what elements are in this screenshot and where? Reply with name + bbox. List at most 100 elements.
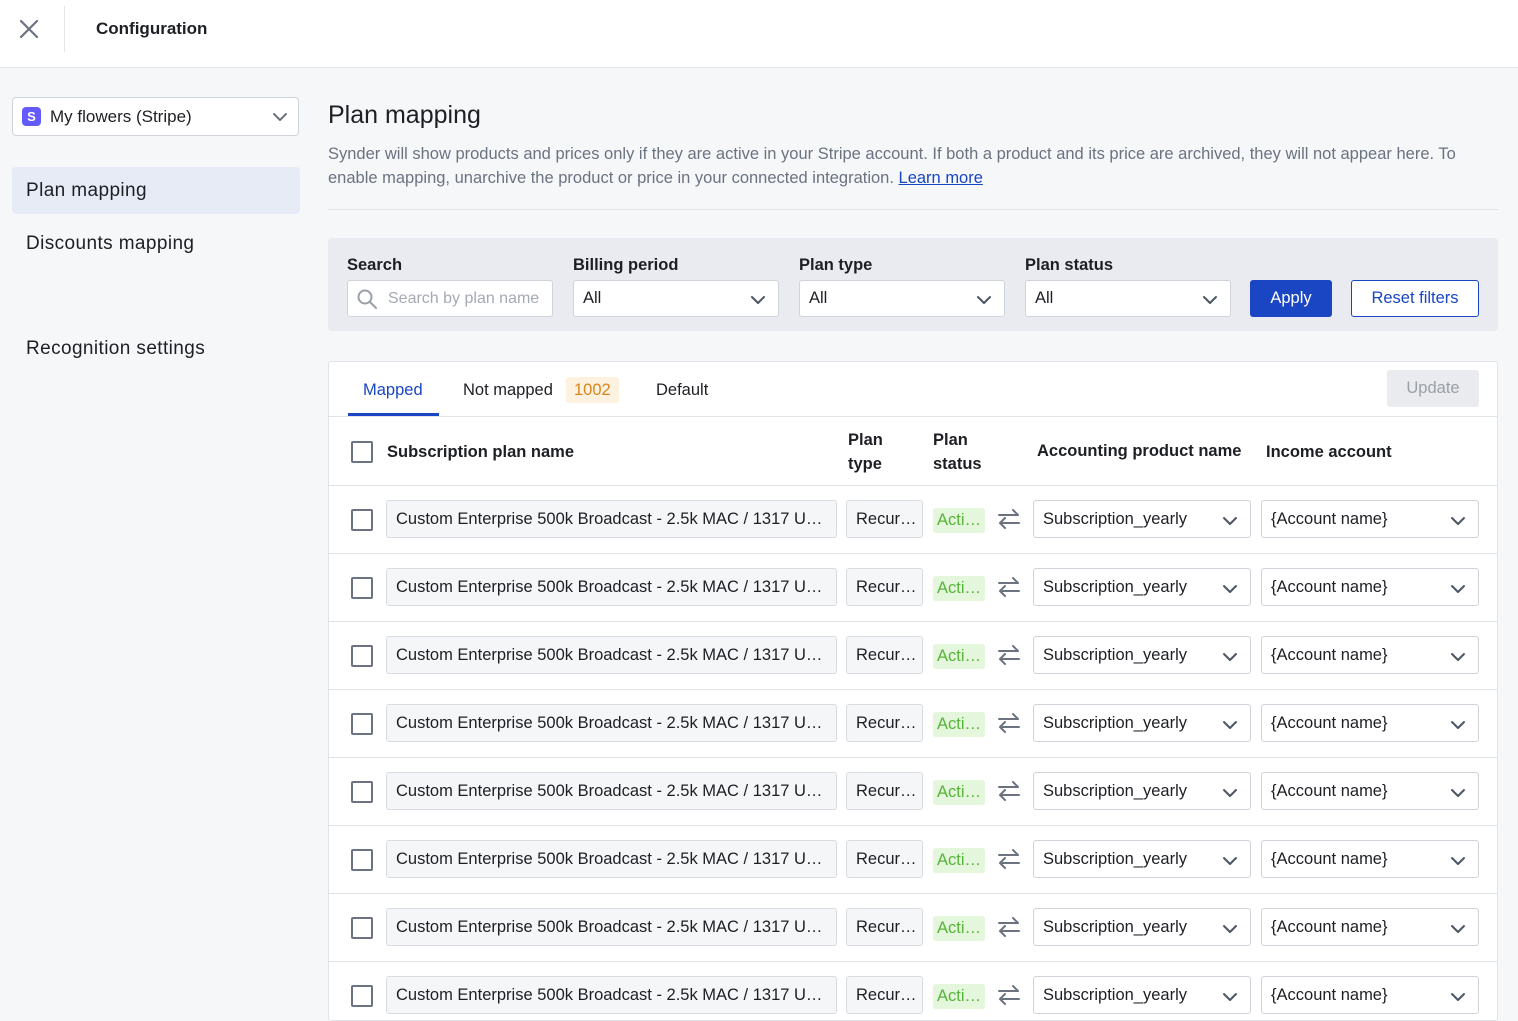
search-label: Search	[347, 256, 403, 274]
plan-type-select[interactable]: All	[799, 280, 1005, 317]
row-checkbox[interactable]	[351, 645, 373, 667]
income-account-value: {Account name}	[1271, 577, 1388, 596]
update-button[interactable]: Update	[1387, 370, 1479, 407]
chevron-down-icon	[1451, 653, 1465, 661]
sidebar: S My flowers (Stripe) Plan mapping Disco…	[0, 69, 312, 1004]
row-checkbox[interactable]	[351, 849, 373, 871]
swap-arrows-icon	[998, 985, 1020, 1005]
tab-mapped[interactable]: Mapped	[363, 381, 423, 400]
chevron-down-icon	[1223, 517, 1237, 525]
table-row: Custom Enterprise 500k Broadcast - 2.5k …	[329, 690, 1497, 758]
income-account-select[interactable]: {Account name}	[1261, 704, 1479, 742]
not-mapped-count-badge: 1002	[566, 377, 619, 403]
learn-more-link[interactable]: Learn more	[899, 169, 983, 187]
table-row: Custom Enterprise 500k Broadcast - 2.5k …	[329, 554, 1497, 622]
plan-status-label: Plan status	[1025, 256, 1114, 274]
reset-filters-button[interactable]: Reset filters	[1351, 280, 1479, 317]
income-account-value: {Account name}	[1271, 985, 1388, 1004]
sidebar-item-discounts-mapping[interactable]: Discounts mapping	[12, 220, 300, 267]
page-title: Plan mapping	[328, 101, 481, 129]
status-badge: Acti…	[933, 916, 985, 941]
chevron-down-icon	[1223, 925, 1237, 933]
plan-name-cell: Custom Enterprise 500k Broadcast - 2.5k …	[386, 568, 837, 606]
table-row: Custom Enterprise 500k Broadcast - 2.5k …	[329, 826, 1497, 894]
tab-default[interactable]: Default	[656, 381, 708, 400]
income-account-select[interactable]: {Account name}	[1261, 568, 1479, 606]
accounting-product-select[interactable]: Subscription_yearly	[1033, 704, 1251, 742]
accounting-product-select[interactable]: Subscription_yearly	[1033, 908, 1251, 946]
column-income-account: Income account	[1266, 443, 1392, 461]
swap-arrows-icon	[998, 917, 1020, 937]
accounting-product-select[interactable]: Subscription_yearly	[1033, 976, 1251, 1014]
search-input[interactable]: Search by plan name	[347, 280, 553, 317]
chevron-down-icon	[1451, 857, 1465, 865]
billing-period-label: Billing period	[573, 256, 679, 274]
accounting-product-select[interactable]: Subscription_yearly	[1033, 636, 1251, 674]
column-plan-type-line1: Plan	[848, 431, 883, 449]
chevron-down-icon	[1223, 721, 1237, 729]
accounting-product-select[interactable]: Subscription_yearly	[1033, 772, 1251, 810]
plan-name-cell: Custom Enterprise 500k Broadcast - 2.5k …	[386, 500, 837, 538]
swap-arrows-icon	[998, 713, 1020, 733]
plan-name-cell: Custom Enterprise 500k Broadcast - 2.5k …	[386, 976, 837, 1014]
column-plan-status-line2: status	[933, 455, 982, 473]
status-badge: Acti…	[933, 984, 985, 1009]
plan-status-select[interactable]: All	[1025, 280, 1231, 317]
plan-type-label: Plan type	[799, 256, 873, 274]
tabs: Mapped Not mapped 1002 Default Update	[329, 362, 1497, 417]
table-row: Custom Enterprise 500k Broadcast - 2.5k …	[329, 758, 1497, 826]
column-plan-status: Plan status	[933, 428, 982, 476]
chevron-down-icon	[1451, 585, 1465, 593]
column-accounting-product-name: Accounting product name	[1037, 442, 1242, 460]
apply-button[interactable]: Apply	[1250, 280, 1332, 317]
column-plan-type-line2: type	[848, 455, 882, 473]
plan-name-cell: Custom Enterprise 500k Broadcast - 2.5k …	[386, 840, 837, 878]
chevron-down-icon	[751, 296, 765, 304]
status-badge: Acti…	[933, 780, 985, 805]
tab-not-mapped[interactable]: Not mapped	[463, 381, 553, 400]
integration-label: My flowers (Stripe)	[50, 106, 192, 126]
income-account-select[interactable]: {Account name}	[1261, 772, 1479, 810]
filter-bar: Search Search by plan name Billing perio…	[328, 238, 1498, 331]
chevron-down-icon	[1223, 585, 1237, 593]
row-checkbox[interactable]	[351, 577, 373, 599]
income-account-select[interactable]: {Account name}	[1261, 908, 1479, 946]
close-icon[interactable]	[19, 19, 39, 39]
row-checkbox[interactable]	[351, 917, 373, 939]
swap-arrows-icon	[998, 781, 1020, 801]
column-plan-status-line1: Plan	[933, 431, 968, 449]
swap-arrows-icon	[998, 645, 1020, 665]
income-account-value: {Account name}	[1271, 509, 1388, 528]
row-checkbox[interactable]	[351, 509, 373, 531]
income-account-select[interactable]: {Account name}	[1261, 840, 1479, 878]
plan-type-cell: Recur…	[846, 500, 923, 538]
integration-select[interactable]: S My flowers (Stripe)	[12, 97, 299, 136]
plan-type-cell: Recur…	[846, 704, 923, 742]
top-bar: Configuration	[0, 0, 1518, 68]
accounting-product-select[interactable]: Subscription_yearly	[1033, 840, 1251, 878]
description-text: Synder will show products and prices onl…	[328, 145, 1456, 187]
top-divider	[64, 6, 65, 52]
accounting-product-select[interactable]: Subscription_yearly	[1033, 568, 1251, 606]
income-account-select[interactable]: {Account name}	[1261, 636, 1479, 674]
accounting-product-select[interactable]: Subscription_yearly	[1033, 500, 1251, 538]
sidebar-item-plan-mapping[interactable]: Plan mapping	[12, 167, 300, 214]
close-button[interactable]	[10, 10, 48, 48]
income-account-value: {Account name}	[1271, 645, 1388, 664]
chevron-down-icon	[977, 296, 991, 304]
table-row: Custom Enterprise 500k Broadcast - 2.5k …	[329, 894, 1497, 962]
plan-type-cell: Recur…	[846, 976, 923, 1014]
plan-type-cell: Recur…	[846, 772, 923, 810]
table-row: Custom Enterprise 500k Broadcast - 2.5k …	[329, 622, 1497, 690]
income-account-select[interactable]: {Account name}	[1261, 500, 1479, 538]
row-checkbox[interactable]	[351, 713, 373, 735]
row-checkbox[interactable]	[351, 781, 373, 803]
select-all-checkbox[interactable]	[351, 441, 373, 463]
swap-arrows-icon	[998, 509, 1020, 529]
plan-type-cell: Recur…	[846, 568, 923, 606]
status-badge: Acti…	[933, 644, 985, 669]
sidebar-item-recognition-settings[interactable]: Recognition settings	[12, 325, 300, 372]
search-icon	[357, 289, 377, 309]
income-account-select[interactable]: {Account name}	[1261, 976, 1479, 1014]
billing-period-select[interactable]: All	[573, 280, 779, 317]
